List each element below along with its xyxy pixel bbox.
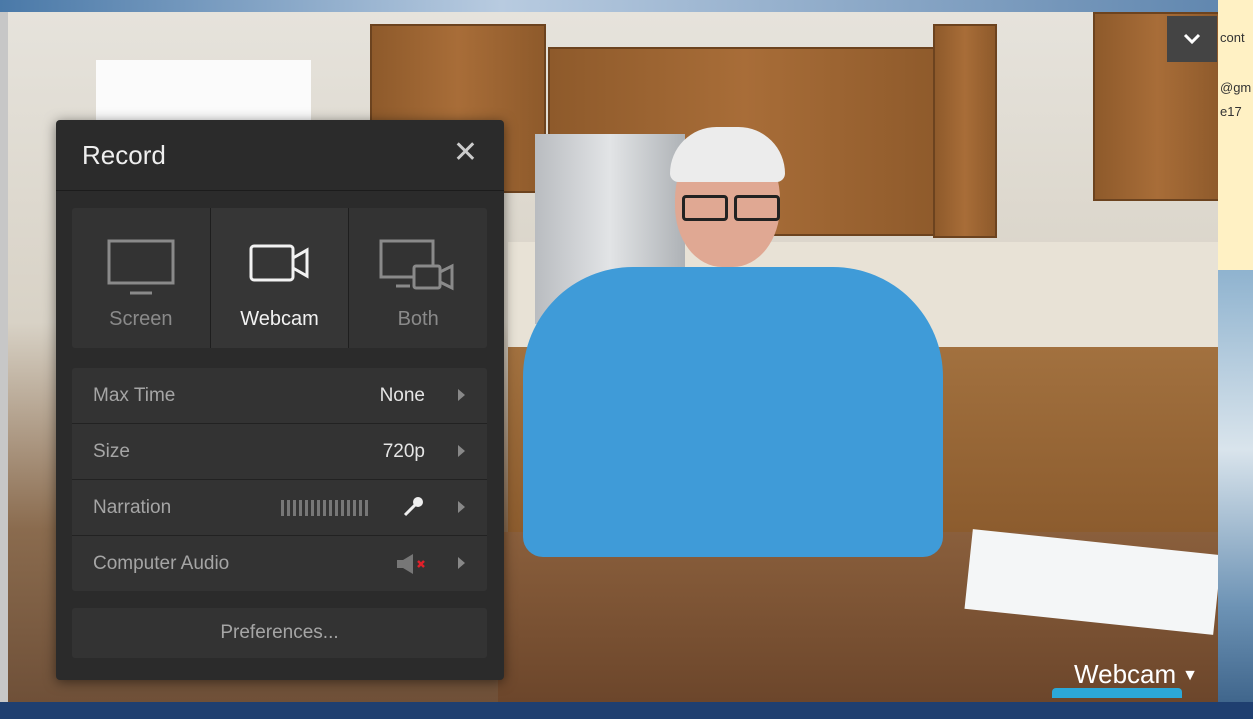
source-selector[interactable]: Webcam ▼ — [1074, 659, 1198, 690]
mode-screen-label: Screen — [109, 308, 173, 330]
size-value: 720p — [382, 441, 425, 462]
record-panel: Record ✕ Screen Webcam Both Max Time Non… — [56, 120, 504, 680]
collapse-button[interactable] — [1167, 16, 1217, 62]
chevron-right-icon — [458, 501, 465, 513]
microphone-icon — [403, 497, 423, 517]
computer-audio-label: Computer Audio — [93, 553, 230, 574]
caret-down-icon: ▼ — [1182, 667, 1198, 685]
narration-label: Narration — [93, 497, 172, 518]
background-text-line: @gm — [1220, 80, 1252, 95]
computer-audio-setting[interactable]: Computer Audio — [72, 536, 487, 591]
preferences-button[interactable]: Preferences... — [72, 608, 487, 658]
mode-webcam[interactable]: Webcam — [210, 208, 350, 348]
monitor-icon — [107, 239, 175, 295]
background-text-line: e17 — [1220, 104, 1242, 119]
record-settings: Max Time None Size 720p Narration Comput… — [72, 368, 487, 591]
person-shirt — [523, 267, 943, 557]
capture-mode-selector: Screen Webcam Both — [72, 208, 487, 348]
chevron-right-icon — [458, 389, 465, 401]
close-icon: ✕ — [452, 136, 478, 169]
mode-screen[interactable]: Screen — [72, 208, 211, 348]
speaker-muted-icon — [397, 554, 425, 574]
size-setting[interactable]: Size 720p — [72, 424, 487, 480]
glasses — [680, 195, 780, 221]
record-header: Record ✕ — [56, 120, 504, 191]
desktop-background-strip — [0, 0, 1253, 12]
camera-icon — [249, 244, 308, 282]
upper-cabinet — [933, 24, 997, 238]
close-button[interactable]: ✕ — [453, 138, 478, 168]
taskbar — [0, 702, 1253, 719]
size-label: Size — [93, 441, 130, 462]
chevron-right-icon — [458, 445, 465, 457]
source-selector-label: Webcam — [1074, 659, 1177, 689]
narration-setting[interactable]: Narration — [72, 480, 487, 536]
background-text-line: cont — [1220, 30, 1245, 45]
mode-both[interactable]: Both — [349, 208, 487, 348]
desktop-left-edge — [0, 12, 8, 702]
chevron-down-icon — [1183, 33, 1201, 45]
max-time-label: Max Time — [93, 385, 176, 406]
max-time-value: None — [379, 385, 425, 406]
desktop-wallpaper-right — [1218, 270, 1253, 719]
max-time-setting[interactable]: Max Time None — [72, 368, 487, 424]
mode-both-label: Both — [397, 308, 439, 330]
chevron-right-icon — [458, 557, 465, 569]
monitor-camera-icon — [379, 239, 454, 291]
record-title: Record — [82, 140, 166, 170]
mode-webcam-label: Webcam — [240, 308, 319, 330]
source-selector-accent — [1052, 688, 1182, 698]
audio-level-meter — [281, 500, 371, 516]
